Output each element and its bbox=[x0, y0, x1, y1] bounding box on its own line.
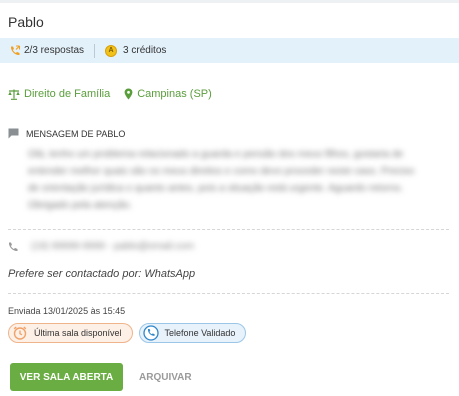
view-open-room-button[interactable]: VER SALA ABERTA bbox=[10, 363, 123, 391]
phone-validated-label: Telefone Validado bbox=[164, 328, 236, 338]
message-line: entender melhor quais são os meus direit… bbox=[28, 166, 415, 177]
message-line: de orientação jurídica o quanto antes, p… bbox=[28, 183, 404, 194]
section-divider bbox=[8, 293, 449, 294]
phone-responses-icon bbox=[9, 44, 21, 57]
sent-timestamp: Enviada 13/01/2025 às 15:45 bbox=[8, 306, 126, 316]
last-room-badge: Última sala disponível bbox=[8, 323, 133, 343]
validated-phone-icon bbox=[142, 325, 159, 341]
lead-info-bar: 2/3 respostas A 3 créditos bbox=[0, 38, 459, 63]
contact-row: (19) 99999-9999 - pablo@email.com bbox=[8, 241, 194, 252]
location-tag: Campinas (SP) bbox=[124, 88, 212, 100]
lead-name: Pablo bbox=[8, 14, 44, 30]
message-line: Olá, tenho um problema relacionado a gua… bbox=[28, 149, 404, 160]
practice-area-tag: Direito de Família bbox=[8, 88, 110, 100]
alarm-clock-icon bbox=[12, 325, 28, 341]
map-pin-icon bbox=[124, 88, 133, 100]
contact-preference: Prefere ser contactado por: WhatsApp bbox=[8, 268, 196, 280]
lead-tags: Direito de Família Campinas (SP) bbox=[8, 88, 212, 100]
message-heading: MENSAGEM DE PABLO bbox=[26, 128, 126, 139]
archive-button[interactable]: ARQUIVAR bbox=[135, 363, 196, 391]
top-divider bbox=[0, 0, 459, 3]
last-room-label: Última sala disponível bbox=[34, 328, 122, 338]
info-divider bbox=[94, 43, 96, 58]
status-badges: Última sala disponível Telefone Validado bbox=[8, 323, 247, 343]
message-line: Obrigado pela atenção. bbox=[28, 200, 132, 211]
credits-count: 3 créditos bbox=[123, 45, 167, 56]
scales-icon bbox=[8, 89, 20, 100]
location-label: Campinas (SP) bbox=[137, 88, 212, 100]
phone-validated-badge: Telefone Validado bbox=[138, 323, 247, 343]
message-body-blurred: Olá, tenho um problema relacionado a gua… bbox=[28, 146, 444, 214]
credits-coin-icon: A bbox=[105, 44, 118, 57]
responses-count: 2/3 respostas bbox=[24, 45, 85, 56]
message-header: MENSAGEM DE PABLO bbox=[8, 128, 125, 139]
section-divider bbox=[8, 229, 449, 230]
contact-info-blurred: (19) 99999-9999 - pablo@email.com bbox=[31, 241, 195, 252]
phone-icon bbox=[8, 242, 18, 251]
practice-area-label: Direito de Família bbox=[24, 88, 111, 100]
chat-bubble-icon bbox=[8, 128, 19, 139]
